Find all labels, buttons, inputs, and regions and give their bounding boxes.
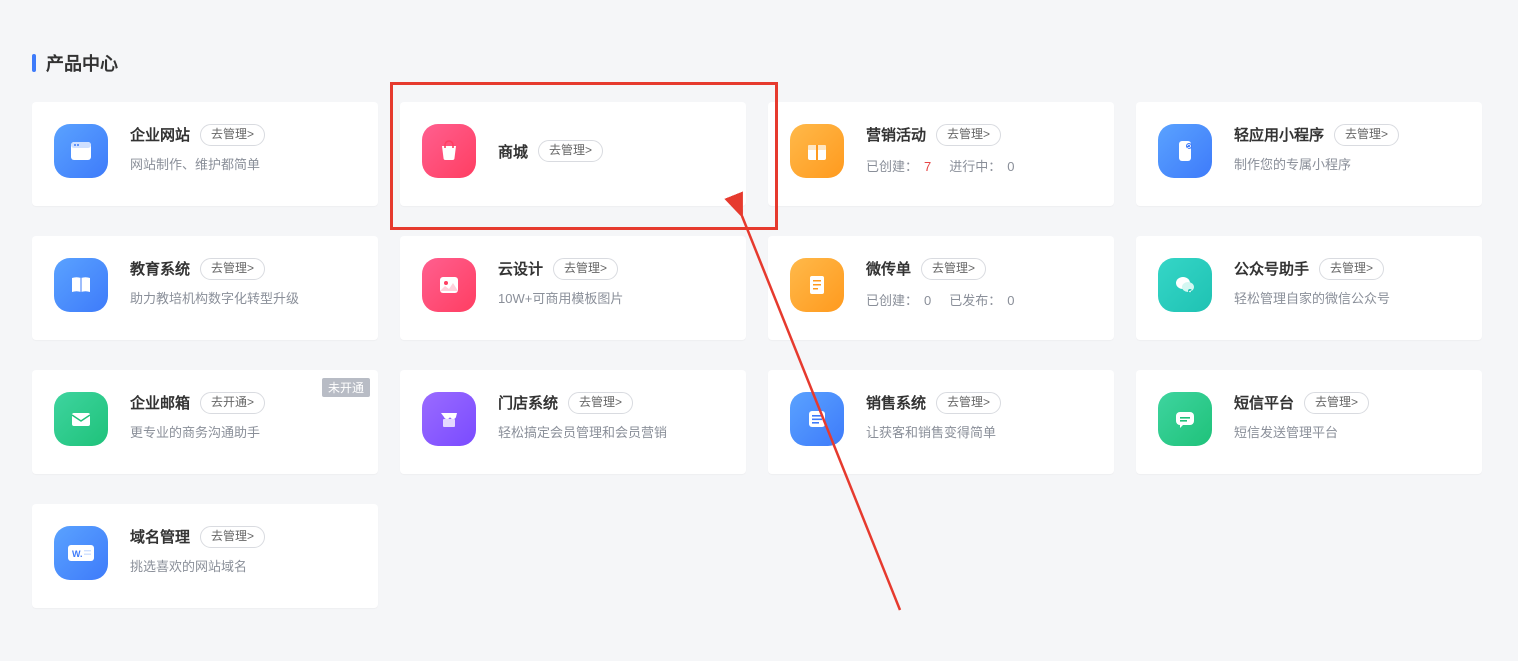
- card-stats: 已创建： 0 已发布： 0: [866, 290, 1090, 309]
- stat-created-value: 0: [924, 293, 931, 308]
- wechat-icon: [1158, 258, 1212, 312]
- stat-second-label: 已发布：: [949, 290, 1001, 309]
- manage-button[interactable]: 去管理>: [538, 140, 603, 162]
- card-mall[interactable]: 商城 去管理>: [400, 102, 746, 206]
- card-marketing[interactable]: 营销活动 去管理> 已创建： 7 进行中： 0: [768, 102, 1114, 206]
- card-title: 短信平台: [1234, 392, 1294, 413]
- card-micro-leaflet[interactable]: 微传单 去管理> 已创建： 0 已发布： 0: [768, 236, 1114, 340]
- stat-second-value: 0: [1007, 159, 1014, 174]
- miniapp-icon: [1158, 124, 1212, 178]
- manage-button[interactable]: 去管理>: [200, 124, 265, 146]
- gift-icon: [790, 124, 844, 178]
- mail-icon: [54, 392, 108, 446]
- card-title: 云设计: [498, 258, 543, 279]
- card-sms-platform[interactable]: 短信平台 去管理> 短信发送管理平台: [1136, 370, 1482, 474]
- card-desc: 挑选喜欢的网站域名: [130, 558, 354, 576]
- website-icon: [54, 124, 108, 178]
- card-desc: 助力教培机构数字化转型升级: [130, 290, 354, 308]
- card-title: 企业网站: [130, 124, 190, 145]
- store-icon: [422, 392, 476, 446]
- card-enterprise-site[interactable]: 企业网站 去管理> 网站制作、维护都简单: [32, 102, 378, 206]
- card-title: 营销活动: [866, 124, 926, 145]
- manage-button[interactable]: 去管理>: [200, 526, 265, 548]
- section-title: 产品中心: [32, 50, 1492, 76]
- card-title: 企业邮箱: [130, 392, 190, 413]
- card-title: 域名管理: [130, 526, 190, 547]
- image-icon: [422, 258, 476, 312]
- section-title-bar: [32, 54, 36, 72]
- card-title: 微传单: [866, 258, 911, 279]
- card-title: 教育系统: [130, 258, 190, 279]
- stat-created-label: 已创建：: [866, 156, 918, 175]
- manage-button[interactable]: 去管理>: [936, 124, 1001, 146]
- card-title: 轻应用小程序: [1234, 124, 1324, 145]
- card-sales-system[interactable]: 销售系统 去管理> 让获客和销售变得简单: [768, 370, 1114, 474]
- manage-button[interactable]: 去管理>: [1319, 258, 1384, 280]
- manage-button[interactable]: 去管理>: [1304, 392, 1369, 414]
- card-miniapp[interactable]: 轻应用小程序 去管理> 制作您的专属小程序: [1136, 102, 1482, 206]
- manage-button[interactable]: 去管理>: [921, 258, 986, 280]
- card-title: 公众号助手: [1234, 258, 1309, 279]
- open-button[interactable]: 去开通>: [200, 392, 265, 414]
- card-title: 商城: [498, 141, 528, 162]
- card-title: 销售系统: [866, 392, 926, 413]
- card-wechat-helper[interactable]: 公众号助手 去管理> 轻松管理自家的微信公众号: [1136, 236, 1482, 340]
- card-desc: 轻松管理自家的微信公众号: [1234, 290, 1458, 308]
- shopping-bag-icon: [422, 124, 476, 178]
- card-store-system[interactable]: 门店系统 去管理> 轻松搞定会员管理和会员营销: [400, 370, 746, 474]
- book-icon: [54, 258, 108, 312]
- product-grid: 企业网站 去管理> 网站制作、维护都简单 商城 去管理> 营销活动: [32, 102, 1492, 608]
- domain-icon: W.: [54, 526, 108, 580]
- chat-icon: [1158, 392, 1212, 446]
- section-title-text: 产品中心: [46, 50, 118, 76]
- card-desc: 短信发送管理平台: [1234, 424, 1458, 442]
- document-icon: [790, 258, 844, 312]
- svg-text:W.: W.: [72, 549, 83, 559]
- card-desc: 让获客和销售变得简单: [866, 424, 1090, 442]
- card-domain-manage[interactable]: W. 域名管理 去管理> 挑选喜欢的网站域名: [32, 504, 378, 608]
- stat-second-label: 进行中：: [949, 156, 1001, 175]
- stat-created-value: 7: [924, 159, 931, 174]
- stat-second-value: 0: [1007, 293, 1014, 308]
- card-cloud-design[interactable]: 云设计 去管理> 10W+可商用模板图片: [400, 236, 746, 340]
- stat-created-label: 已创建：: [866, 290, 918, 309]
- manage-button[interactable]: 去管理>: [1334, 124, 1399, 146]
- manage-button[interactable]: 去管理>: [568, 392, 633, 414]
- card-title: 门店系统: [498, 392, 558, 413]
- badge-unopened: 未开通: [322, 378, 370, 397]
- card-desc: 制作您的专属小程序: [1234, 156, 1458, 174]
- manage-button[interactable]: 去管理>: [553, 258, 618, 280]
- card-desc: 10W+可商用模板图片: [498, 290, 722, 308]
- card-enterprise-mail[interactable]: 未开通 企业邮箱 去开通> 更专业的商务沟通助手: [32, 370, 378, 474]
- list-icon: [790, 392, 844, 446]
- card-stats: 已创建： 7 进行中： 0: [866, 156, 1090, 175]
- manage-button[interactable]: 去管理>: [936, 392, 1001, 414]
- card-education[interactable]: 教育系统 去管理> 助力教培机构数字化转型升级: [32, 236, 378, 340]
- card-desc: 轻松搞定会员管理和会员营销: [498, 424, 722, 442]
- card-desc: 网站制作、维护都简单: [130, 156, 354, 174]
- manage-button[interactable]: 去管理>: [200, 258, 265, 280]
- card-desc: 更专业的商务沟通助手: [130, 424, 354, 442]
